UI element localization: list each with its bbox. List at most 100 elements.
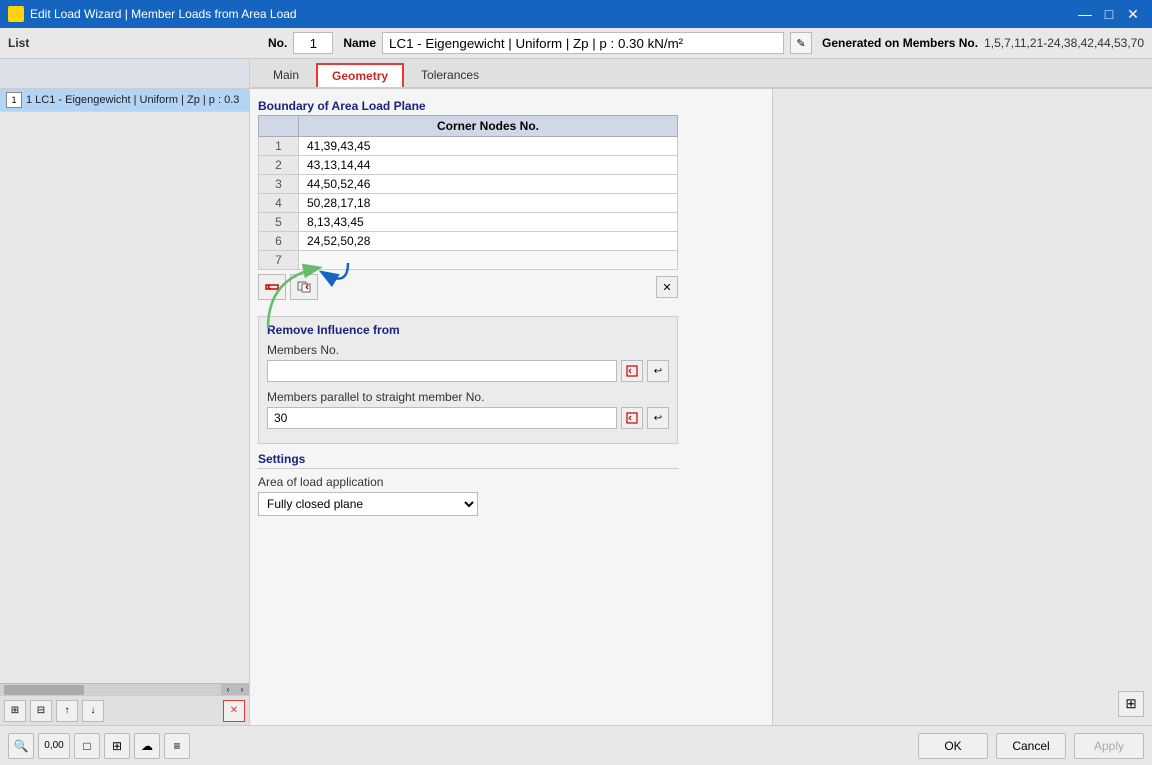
- edit-button[interactable]: ✎: [790, 32, 812, 54]
- members-no-row: Members No. ↩: [267, 343, 669, 382]
- no-label: No.: [268, 36, 287, 50]
- cloud-btn[interactable]: ☁: [134, 733, 160, 759]
- list-label: List: [8, 36, 29, 50]
- scroll-thumb: [4, 685, 84, 695]
- ok-button[interactable]: OK: [918, 733, 988, 759]
- move-up-btn[interactable]: ↑: [56, 700, 78, 722]
- tab-geometry[interactable]: Geometry: [316, 63, 404, 87]
- row-number: 4: [259, 194, 299, 213]
- copy-row-btn[interactable]: [290, 274, 318, 300]
- members-no-input[interactable]: [267, 360, 617, 382]
- close-button[interactable]: ✕: [1122, 3, 1144, 25]
- bottom-right-buttons: OK Cancel Apply: [918, 733, 1144, 759]
- table-row: 243,13,14,44: [259, 156, 678, 175]
- row-number: 1: [259, 137, 299, 156]
- row-nodes[interactable]: 44,50,52,46: [299, 175, 678, 194]
- table-row: 344,50,52,46: [259, 175, 678, 194]
- parallel-member-pick-btn[interactable]: [621, 407, 643, 429]
- members-no-input-group: ↩: [267, 360, 669, 382]
- window-title: Edit Load Wizard | Member Loads from Are…: [30, 7, 297, 21]
- title-bar-left: ⚡ Edit Load Wizard | Member Loads from A…: [8, 6, 297, 22]
- list-bottom-toolbar: ⊞ ⊟ ↑ ↓ ✕: [0, 695, 249, 725]
- members-no-pick-btn[interactable]: [621, 360, 643, 382]
- right-area: Main Geometry Tolerances Boundary of Are…: [250, 59, 1152, 725]
- parallel-member-row: Members parallel to straight member No.: [267, 390, 669, 429]
- move-down-btn[interactable]: ↓: [82, 700, 104, 722]
- row-nodes[interactable]: [299, 251, 678, 270]
- row-number: 5: [259, 213, 299, 232]
- remove-influence-title: Remove Influence from: [267, 323, 669, 337]
- list-scroll-container: ‹ ›: [0, 683, 249, 695]
- row-number: 6: [259, 232, 299, 251]
- list-header-section: List: [8, 36, 258, 50]
- generated-label: Generated on Members No.: [822, 36, 978, 50]
- parallel-member-input[interactable]: [267, 407, 617, 429]
- duplicate-item-btn[interactable]: ⊟: [30, 700, 52, 722]
- add-item-btn[interactable]: ⊞: [4, 700, 26, 722]
- remove-influence-section: Remove Influence from Members No.: [258, 316, 678, 444]
- boundary-heading: Boundary of Area Load Plane: [258, 97, 764, 115]
- name-input[interactable]: [382, 32, 784, 54]
- decimal-btn[interactable]: 0,00: [38, 733, 70, 759]
- delete-item-btn[interactable]: ✕: [223, 700, 245, 722]
- boundary-section: Boundary of Area Load Plane Corner Nodes…: [258, 97, 764, 300]
- parallel-member-label: Members parallel to straight member No.: [267, 390, 669, 404]
- main-container: List No. Name ✎ Generated on Members No.…: [0, 28, 1152, 765]
- name-section: Name ✎: [343, 32, 812, 54]
- row-nodes[interactable]: 43,13,14,44: [299, 156, 678, 175]
- apply-button[interactable]: Apply: [1074, 733, 1144, 759]
- list-item[interactable]: 1 1 LC1 - Eigengewicht | Uniform | Zp | …: [0, 89, 249, 112]
- scroll-right-btn[interactable]: ›: [235, 684, 249, 696]
- row-nodes[interactable]: 41,39,43,45: [299, 137, 678, 156]
- table-col-num: [259, 116, 299, 137]
- tab-tolerances[interactable]: Tolerances: [406, 63, 494, 87]
- area-dropdown-row: Area of load application Fully closed pl…: [258, 475, 678, 516]
- tabs-row: Main Geometry Tolerances: [250, 59, 1152, 89]
- app-icon: ⚡: [8, 6, 24, 22]
- table-col-nodes: Corner Nodes No.: [299, 116, 678, 137]
- generated-value: 1,5,7,11,21-24,38,42,44,53,70: [984, 36, 1144, 50]
- tab-content: Boundary of Area Load Plane Corner Nodes…: [250, 89, 1152, 725]
- row-number: 2: [259, 156, 299, 175]
- parallel-member-input-group: ↩: [267, 407, 669, 429]
- generate-icon-btn[interactable]: ⊞: [1118, 691, 1144, 717]
- selection-btn[interactable]: □: [74, 733, 100, 759]
- search-tool-btn[interactable]: 🔍: [8, 733, 34, 759]
- settings-section: Settings Area of load application Fully …: [258, 452, 678, 516]
- horizontal-scrollbar[interactable]: ‹ ›: [0, 683, 249, 695]
- title-bar-controls: — □ ✕: [1074, 3, 1144, 25]
- tab-main[interactable]: Main: [258, 63, 314, 87]
- table-row: 624,52,50,28: [259, 232, 678, 251]
- area-select[interactable]: Fully closed plane Open plane Partial pl…: [258, 492, 478, 516]
- list-item-label: 1 LC1 - Eigengewicht | Uniform | Zp | p …: [26, 94, 239, 106]
- cancel-button[interactable]: Cancel: [996, 733, 1066, 759]
- no-input[interactable]: [293, 32, 333, 54]
- name-label: Name: [343, 36, 376, 50]
- generated-panel: ⊞: [772, 89, 1152, 725]
- generated-content-area: [781, 97, 1144, 691]
- row-nodes[interactable]: 24,52,50,28: [299, 232, 678, 251]
- grid-btn[interactable]: ⊞: [104, 733, 130, 759]
- menu-btn[interactable]: ≡: [164, 733, 190, 759]
- table-action-bar: ✕: [258, 274, 678, 300]
- left-list-panel: 1 1 LC1 - Eigengewicht | Uniform | Zp | …: [0, 59, 250, 725]
- list-item-icon: 1: [6, 92, 22, 108]
- row-nodes[interactable]: 8,13,43,45: [299, 213, 678, 232]
- boundary-table: Corner Nodes No. 141,39,43,45243,13,14,4…: [258, 115, 678, 270]
- table-row: 7: [259, 251, 678, 270]
- generated-header-section: Generated on Members No. 1,5,7,11,21-24,…: [822, 36, 1144, 50]
- parallel-member-reset-btn[interactable]: ↩: [647, 407, 669, 429]
- add-row-btn[interactable]: [258, 274, 286, 300]
- workspace: 1 1 LC1 - Eigengewicht | Uniform | Zp | …: [0, 59, 1152, 725]
- bottom-bar: 🔍 0,00 □ ⊞ ☁ ≡ OK Cancel Apply: [0, 725, 1152, 765]
- scroll-left-btn[interactable]: ‹: [221, 684, 235, 696]
- members-no-reset-btn[interactable]: ↩: [647, 360, 669, 382]
- table-row: 58,13,43,45: [259, 213, 678, 232]
- minimize-button[interactable]: —: [1074, 3, 1096, 25]
- table-row: 450,28,17,18: [259, 194, 678, 213]
- row-nodes[interactable]: 50,28,17,18: [299, 194, 678, 213]
- close-table-btn[interactable]: ✕: [656, 276, 678, 298]
- bottom-left-icons: 🔍 0,00 □ ⊞ ☁ ≡: [8, 733, 190, 759]
- table-row: 141,39,43,45: [259, 137, 678, 156]
- maximize-button[interactable]: □: [1098, 3, 1120, 25]
